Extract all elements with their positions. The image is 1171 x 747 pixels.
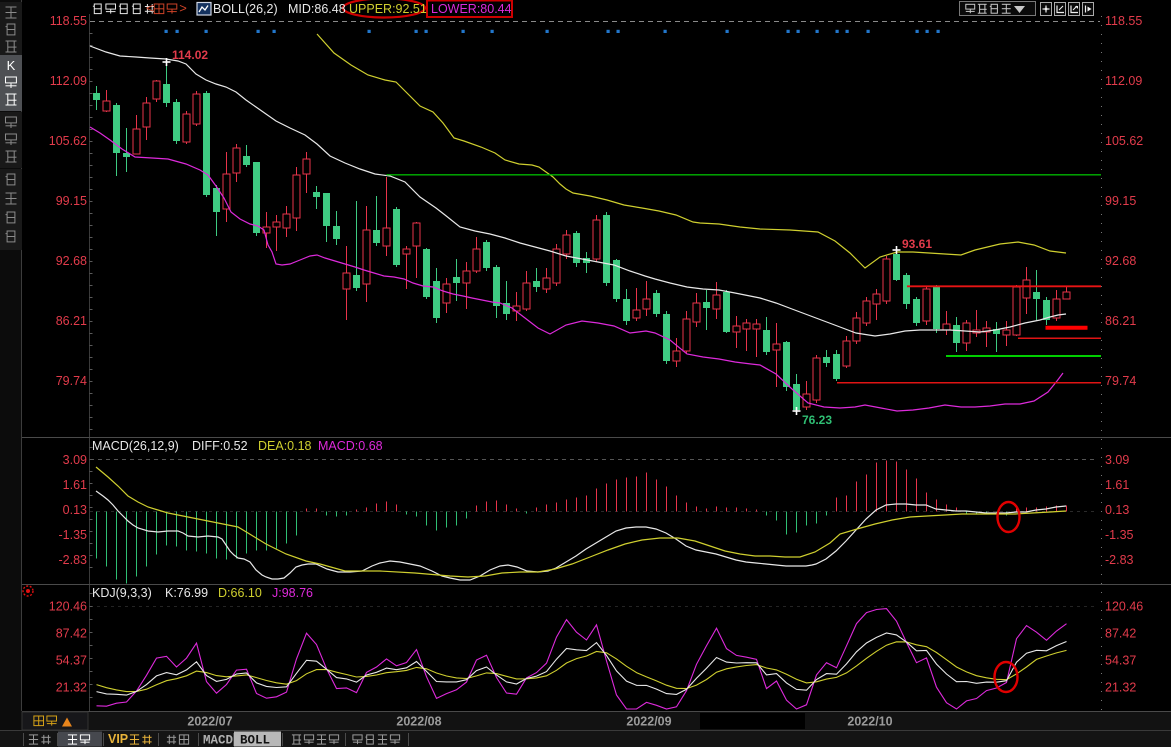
svg-text:112.09: 112.09 [50,74,87,88]
svg-text:87.42: 87.42 [56,627,87,641]
svg-text:21.32: 21.32 [56,681,87,695]
svg-text:KDJ(9,3,3): KDJ(9,3,3) [92,586,152,600]
svg-text:>: > [179,1,187,16]
svg-text:105.62: 105.62 [49,134,87,148]
svg-text:-2.83: -2.83 [59,553,88,567]
svg-text:86.21: 86.21 [1105,314,1136,328]
svg-text:76.23: 76.23 [802,413,832,427]
svg-text:118.55: 118.55 [1105,14,1142,28]
svg-text:2022/09: 2022/09 [626,715,671,729]
svg-text:DEA:0.18: DEA:0.18 [258,439,312,453]
svg-text:54.37: 54.37 [56,654,87,668]
svg-text:0.13: 0.13 [63,503,87,517]
svg-text:112.09: 112.09 [1105,74,1142,88]
svg-text:MACD:0.68: MACD:0.68 [318,439,383,453]
svg-text:J:98.76: J:98.76 [272,586,313,600]
svg-text:2022/08: 2022/08 [396,715,441,729]
svg-text:2022/07: 2022/07 [187,715,232,729]
svg-text:K: K [7,58,16,73]
svg-text:D:66.10: D:66.10 [218,586,262,600]
svg-text:54.37: 54.37 [1105,654,1136,668]
svg-text:0.13: 0.13 [1105,503,1129,517]
svg-text:3.09: 3.09 [1105,453,1129,467]
svg-text:BOLL: BOLL [240,734,270,747]
svg-text:118.55: 118.55 [50,14,87,28]
svg-text:92.68: 92.68 [1105,254,1136,268]
svg-text:-2.83: -2.83 [1105,553,1134,567]
svg-text:21.32: 21.32 [1105,681,1136,695]
svg-text:120.46: 120.46 [1105,600,1143,614]
svg-text:LOWER:80.44: LOWER:80.44 [431,2,512,16]
svg-text:87.42: 87.42 [1105,627,1136,641]
svg-text:DIFF:0.52: DIFF:0.52 [192,439,248,453]
svg-text:93.61: 93.61 [902,237,932,251]
svg-text:79.74: 79.74 [56,374,87,388]
svg-text:UPPER:92.51: UPPER:92.51 [349,2,427,16]
svg-text:1.61: 1.61 [63,478,87,492]
svg-text:3.09: 3.09 [63,453,87,467]
svg-text:2022/10: 2022/10 [847,715,892,729]
svg-text:99.15: 99.15 [1105,194,1136,208]
svg-text:79.74: 79.74 [1105,374,1136,388]
svg-text:99.15: 99.15 [56,194,87,208]
svg-text:-1.35: -1.35 [59,528,88,542]
svg-text:-1.35: -1.35 [1105,528,1134,542]
svg-text:MACD: MACD [203,734,234,747]
svg-text:MID:86.48: MID:86.48 [288,2,346,16]
svg-text:VIP: VIP [108,732,128,746]
svg-text:120.46: 120.46 [49,600,87,614]
svg-text:K:76.99: K:76.99 [165,586,208,600]
svg-text:114.02: 114.02 [172,48,208,62]
svg-text:MACD(26,12,9): MACD(26,12,9) [92,439,179,453]
svg-text:BOLL(26,2): BOLL(26,2) [213,2,278,16]
svg-text:105.62: 105.62 [1105,134,1143,148]
svg-text:1.61: 1.61 [1105,478,1129,492]
svg-text:86.21: 86.21 [56,314,87,328]
svg-text:92.68: 92.68 [56,254,87,268]
svg-text:<: < [146,1,154,16]
